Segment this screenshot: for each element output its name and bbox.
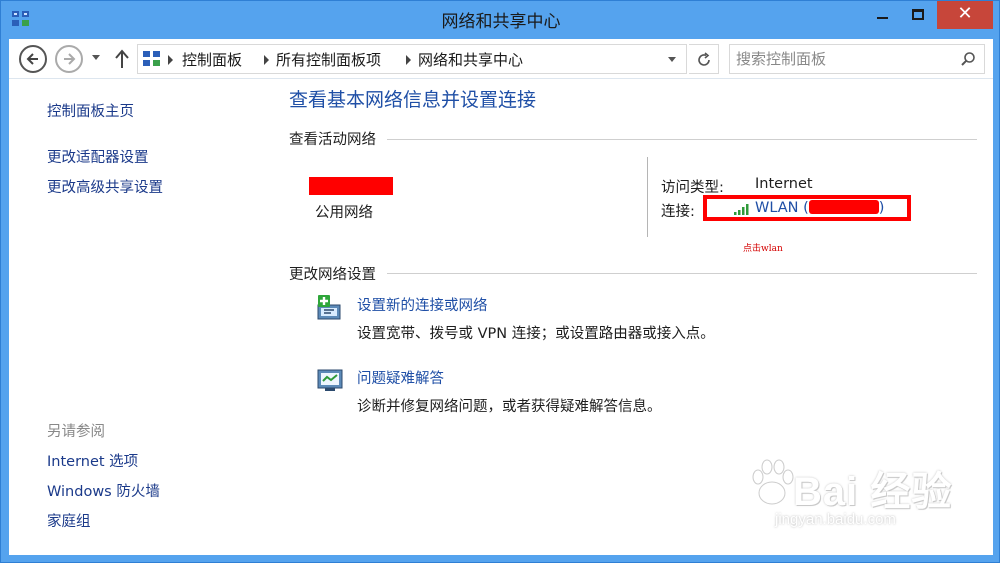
change-settings-heading: 更改网络设置 (289, 267, 376, 283)
new-connection-icon[interactable] (315, 293, 345, 323)
baidu-paw-icon (752, 459, 794, 505)
sidebar: 控制面板主页 更改适配器设置 更改高级共享设置 另请参阅 Internet 选项… (9, 79, 271, 555)
breadcrumb-all-items[interactable]: 所有控制面板项 (276, 49, 381, 70)
breadcrumb-network-center[interactable]: 网络和共享中心 (418, 49, 523, 70)
redacted-network-name (309, 177, 393, 195)
refresh-button[interactable] (689, 44, 719, 74)
window: 网络和共享中心 ✕ 控制面板 所有控制面板项 网络和共享中心 搜索控制面板 控制… (0, 0, 1000, 563)
network-type-link[interactable]: 公用网络 (315, 201, 373, 222)
sidebar-link-adapter-settings[interactable]: 更改适配器设置 (47, 146, 149, 167)
address-bar: 控制面板 所有控制面板项 网络和共享中心 (9, 39, 993, 79)
breadcrumb[interactable]: 控制面板 所有控制面板项 网络和共享中心 (137, 44, 687, 74)
troubleshoot-icon[interactable] (315, 365, 345, 395)
section-divider (387, 273, 977, 274)
recent-locations-dropdown[interactable] (92, 55, 100, 60)
search-box[interactable] (729, 44, 985, 74)
access-type-value: Internet (755, 176, 813, 192)
connections-label: 连接: (661, 204, 695, 220)
forward-button[interactable] (55, 45, 83, 73)
sidebar-link-windows-firewall[interactable]: Windows 防火墙 (47, 480, 160, 501)
see-also-heading: 另请参阅 (47, 424, 105, 440)
page-title: 查看基本网络信息并设置连接 (289, 89, 537, 111)
sidebar-link-advanced-sharing[interactable]: 更改高级共享设置 (47, 176, 163, 197)
vertical-divider (647, 157, 648, 237)
refresh-icon (698, 52, 710, 66)
task-desc-troubleshoot: 诊断并修复网络问题，或者获得疑难解答信息。 (357, 399, 662, 415)
breadcrumb-separator[interactable] (406, 55, 411, 65)
watermark-brand: Bai 经验 (793, 470, 953, 514)
task-link-new-connection[interactable]: 设置新的连接或网络 (357, 294, 488, 315)
sidebar-link-homegroup[interactable]: 家庭组 (47, 510, 91, 531)
maximize-button[interactable] (901, 1, 935, 29)
back-button[interactable] (19, 45, 47, 73)
minimize-button[interactable] (865, 1, 899, 29)
task-desc-new-connection: 设置宽带、拨号或 VPN 连接；或设置路由器或接入点。 (357, 326, 715, 342)
arrow-left-icon (26, 53, 38, 65)
access-type-label: 访问类型: (661, 180, 724, 196)
sidebar-link-control-panel-home[interactable]: 控制面板主页 (47, 100, 134, 121)
active-networks-heading: 查看活动网络 (289, 132, 376, 148)
watermark-url: jingyan.baidu.com (775, 511, 896, 528)
sidebar-link-internet-options[interactable]: Internet 选项 (47, 450, 138, 471)
search-icon[interactable] (960, 51, 976, 67)
baidu-watermark: Bai 经验 jingyan.baidu.com (749, 453, 959, 541)
breadcrumb-separator[interactable] (264, 55, 269, 65)
annotation-click-wlan: 点击wlan (743, 244, 783, 254)
title-bar[interactable]: 网络和共享中心 ✕ (1, 1, 1000, 39)
maximize-icon (912, 9, 924, 20)
window-title: 网络和共享中心 (441, 12, 561, 32)
minimize-icon (877, 17, 888, 19)
close-button[interactable]: ✕ (937, 1, 993, 29)
search-input[interactable] (736, 49, 946, 69)
arrow-right-icon (64, 53, 76, 65)
up-arrow-icon[interactable] (113, 48, 131, 70)
address-dropdown[interactable] (668, 57, 676, 62)
breadcrumb-separator[interactable] (168, 55, 173, 65)
control-panel-icon (143, 51, 160, 66)
section-divider (387, 139, 977, 140)
highlight-annotation-box (703, 195, 911, 221)
close-icon: ✕ (957, 3, 973, 24)
task-link-troubleshoot[interactable]: 问题疑难解答 (357, 367, 444, 388)
breadcrumb-control-panel[interactable]: 控制面板 (182, 49, 242, 70)
